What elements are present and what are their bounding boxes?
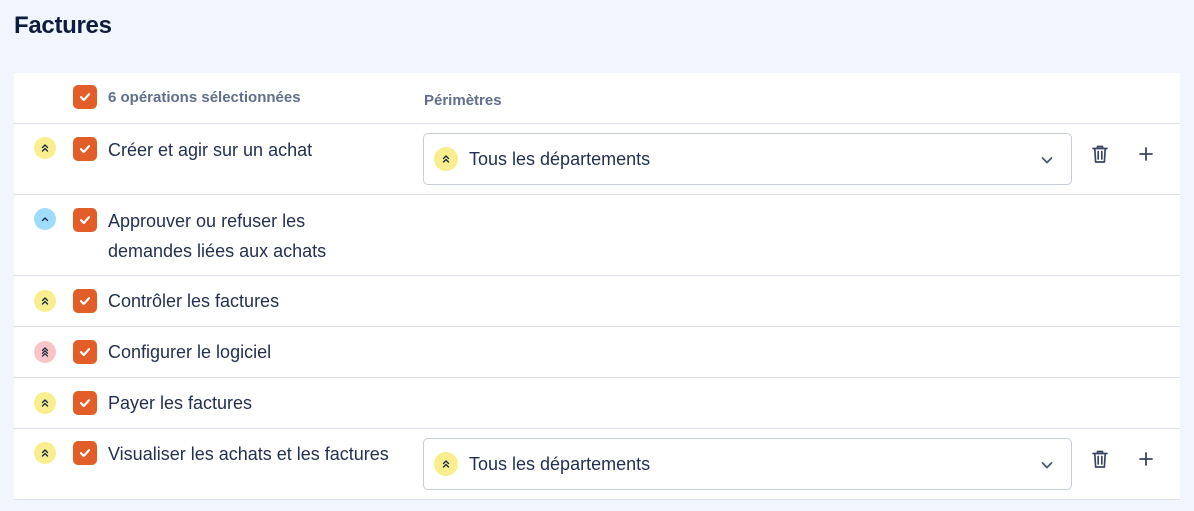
operation-label: Payer les factures: [108, 393, 253, 413]
chevron-up-icon: [41, 217, 49, 222]
double-chevron-up-icon: [442, 155, 450, 163]
checkmark-icon: [79, 145, 91, 154]
operation-label: Approuver ou refuser les demandes liées …: [108, 206, 326, 266]
level-badge: [434, 147, 458, 171]
operation-label: Configurer le logiciel: [108, 342, 272, 362]
trash-icon: [1092, 145, 1108, 163]
double-chevron-up-icon: [41, 297, 49, 305]
add-perimeter-button[interactable]: [1132, 140, 1160, 168]
level-badge: [34, 341, 56, 363]
chevron-down-icon: [1041, 157, 1053, 164]
operation-label-line: demandes liées aux achats: [108, 241, 327, 261]
operation-label-line: Approuver ou refuser les: [108, 211, 306, 231]
checkmark-icon: [79, 348, 91, 357]
row-checkbox[interactable]: [73, 289, 97, 313]
triple-chevron-up-icon: [41, 347, 49, 357]
perimeter-select[interactable]: Tous les départements: [423, 133, 1072, 185]
perimeter-select[interactable]: Tous les départements: [423, 438, 1072, 490]
level-badge: [34, 290, 56, 312]
row-checkbox[interactable]: [73, 137, 97, 161]
table-row: Créer et agir sur un achat Tous les dépa…: [14, 124, 1180, 195]
plus-icon: [1139, 147, 1153, 161]
plus-icon: [1139, 452, 1153, 466]
table-row: Payer les factures: [14, 378, 1180, 429]
table-header: 6 opérations sélectionnées Périmètres: [14, 73, 1180, 124]
double-chevron-up-icon: [41, 144, 49, 152]
double-chevron-up-icon: [442, 460, 450, 468]
operations-table: 6 opérations sélectionnées Périmètres Cr…: [14, 73, 1180, 500]
checkmark-icon: [79, 449, 91, 458]
checkmark-icon: [79, 216, 91, 225]
table-row: Contrôler les factures: [14, 276, 1180, 327]
operation-label: Visualiser les achats et les factures: [108, 444, 389, 464]
level-badge: [34, 137, 56, 159]
delete-perimeter-button[interactable]: [1086, 445, 1114, 473]
operation-label: Contrôler les factures: [108, 291, 280, 311]
row-checkbox[interactable]: [73, 340, 97, 364]
level-badge: [434, 452, 458, 476]
page-title: Factures: [14, 12, 112, 39]
delete-perimeter-button[interactable]: [1086, 140, 1114, 168]
level-badge: [34, 442, 56, 464]
chevron-down-icon: [1041, 462, 1053, 469]
select-all-checkbox[interactable]: [73, 85, 97, 109]
add-perimeter-button[interactable]: [1132, 445, 1160, 473]
column-header-perimeters: Périmètres: [424, 92, 502, 109]
table-row: Configurer le logiciel: [14, 327, 1180, 378]
row-checkbox[interactable]: [73, 208, 97, 232]
operation-label: Créer et agir sur un achat: [108, 140, 313, 160]
row-checkbox[interactable]: [73, 441, 97, 465]
checkmark-icon: [79, 399, 91, 408]
checkmark-icon: [79, 93, 91, 102]
selected-count-label: 6 opérations sélectionnées: [108, 89, 301, 106]
perimeter-select-value: Tous les départements: [469, 149, 651, 169]
perimeter-select-value: Tous les départements: [469, 454, 651, 474]
table-row: Approuver ou refuser les demandes liées …: [14, 195, 1180, 276]
row-checkbox[interactable]: [73, 391, 97, 415]
double-chevron-up-icon: [41, 399, 49, 407]
checkmark-icon: [79, 297, 91, 306]
double-chevron-up-icon: [41, 449, 49, 457]
level-badge: [34, 392, 56, 414]
trash-icon: [1092, 450, 1108, 468]
level-badge: [34, 208, 56, 230]
table-row: Visualiser les achats et les factures To…: [14, 429, 1180, 500]
